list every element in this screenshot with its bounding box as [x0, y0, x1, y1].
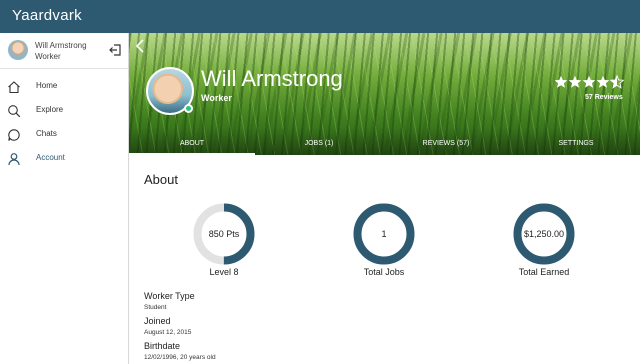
- sidebar-item-account[interactable]: Account: [0, 149, 128, 171]
- sidebar-item-label: Account: [36, 153, 65, 162]
- star-icon: [596, 75, 610, 88]
- half-star-icon: [610, 75, 624, 89]
- avatar[interactable]: [8, 40, 28, 60]
- app-title: Yaardvark: [12, 7, 82, 24]
- profile-tabs: ABOUT JOBS (1) REVIEWS (57) SETTINGS: [129, 134, 640, 155]
- sidebar-item-chats[interactable]: Chats: [0, 125, 128, 147]
- total-earned-value: $1,250.00: [523, 229, 565, 239]
- sidebar: Will Armstrong Worker Home Explore Chats: [0, 33, 129, 364]
- home-icon: [8, 81, 20, 94]
- profile-role: Worker: [201, 93, 232, 103]
- search-icon: [8, 105, 21, 118]
- profile-name: Will Armstrong: [201, 66, 343, 91]
- star-icon: [554, 75, 568, 88]
- worker-type-value: Student: [144, 304, 167, 311]
- star-icon: [568, 75, 582, 88]
- chat-icon: [8, 129, 20, 141]
- level-label: Level 8: [209, 267, 239, 277]
- reviews-count[interactable]: 57 Reviews: [585, 94, 623, 101]
- sidebar-item-label: Chats: [36, 129, 57, 138]
- section-title: About: [144, 172, 178, 187]
- birthdate-value: 12/02/1996, 20 years old: [144, 354, 216, 361]
- sidebar-item-label: Explore: [36, 105, 64, 114]
- sidebar-user[interactable]: Will Armstrong Worker: [0, 33, 128, 69]
- sidebar-item-home[interactable]: Home: [0, 77, 128, 99]
- logout-icon[interactable]: [108, 43, 122, 57]
- worker-type-label: Worker Type: [144, 291, 195, 301]
- star-icon: [582, 75, 596, 88]
- sidebar-item-explore[interactable]: Explore: [0, 101, 128, 123]
- tab-jobs[interactable]: JOBS (1): [256, 134, 382, 155]
- person-icon: [8, 153, 20, 166]
- joined-label: Joined: [144, 316, 171, 326]
- total-jobs-label: Total Jobs: [363, 267, 405, 277]
- joined-value: August 12, 2015: [144, 329, 192, 336]
- total-jobs-value: 1: [381, 229, 387, 239]
- points-value: 850 Pts: [208, 229, 240, 239]
- online-status-dot: [184, 104, 193, 113]
- sidebar-item-label: Home: [36, 81, 58, 90]
- birthdate-label: Birthdate: [144, 341, 181, 351]
- tab-about[interactable]: ABOUT: [129, 134, 255, 155]
- star-rating: [554, 75, 624, 89]
- sidebar-user-name: Will Armstrong: [35, 41, 87, 50]
- profile-header: Will Armstrong Worker 57 Reviews ABOUT J…: [129, 33, 640, 155]
- total-earned-label: Total Earned: [518, 267, 570, 277]
- back-icon[interactable]: [135, 39, 145, 53]
- app-header: Yaardvark: [0, 0, 640, 33]
- tab-settings[interactable]: SETTINGS: [513, 134, 639, 155]
- sidebar-user-role: Worker: [35, 52, 61, 61]
- tab-reviews[interactable]: REVIEWS (57): [383, 134, 509, 155]
